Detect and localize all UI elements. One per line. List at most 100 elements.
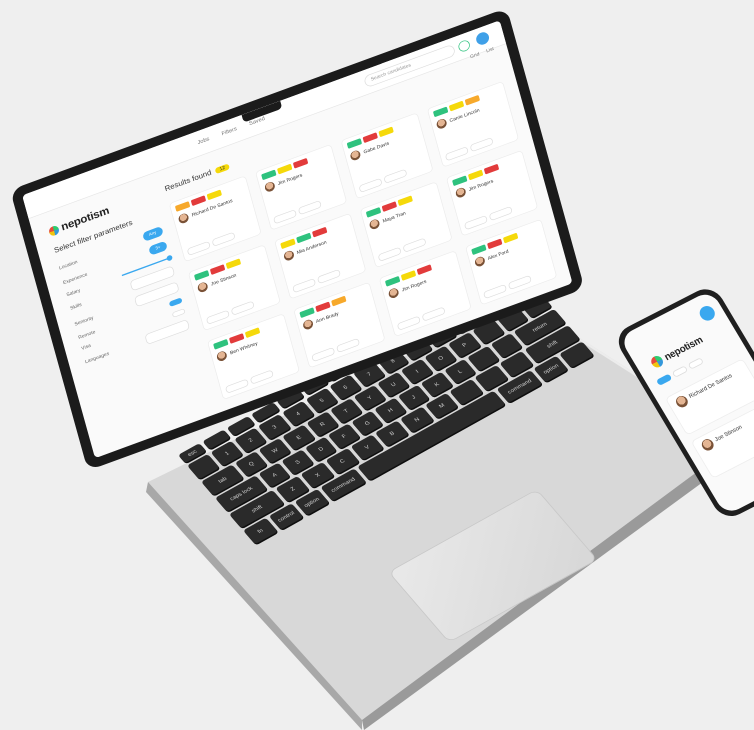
view-profile-button[interactable]	[482, 284, 507, 300]
status-badge	[193, 270, 210, 281]
status-badge	[362, 132, 378, 144]
contact-button[interactable]	[383, 168, 408, 184]
filter-label: Skills	[69, 302, 83, 311]
status-badge	[276, 163, 293, 175]
filter-label: Location	[58, 259, 78, 271]
status-badge	[228, 333, 245, 344]
status-badge	[206, 189, 223, 201]
contact-button[interactable]	[297, 200, 322, 216]
candidate-name: Gabe Davis	[363, 140, 390, 155]
filter-label: Experience	[62, 271, 88, 286]
candidate-avatar	[454, 186, 467, 200]
candidate-avatar	[196, 281, 209, 294]
view-profile-button[interactable]	[224, 378, 250, 394]
results-count-badge: 12	[214, 163, 230, 174]
status-badge	[244, 327, 261, 339]
card-actions	[310, 338, 360, 363]
candidate-avatar	[263, 180, 276, 194]
card-actions	[358, 168, 408, 193]
candidate-card[interactable]: Alex Ford	[464, 218, 558, 306]
status-badge	[400, 270, 417, 281]
card-actions	[205, 300, 255, 325]
contact-button[interactable]	[488, 206, 513, 222]
candidate-avatar	[473, 255, 486, 268]
view-profile-button[interactable]	[291, 278, 316, 294]
contact-button[interactable]	[249, 369, 274, 385]
breadcrumb-item[interactable]: Jobs	[197, 136, 210, 146]
status-badge	[279, 238, 296, 250]
phone-pill[interactable]	[671, 365, 689, 378]
card-actions	[186, 231, 236, 256]
phone-pill[interactable]	[687, 357, 704, 370]
candidate-name: Alex Ford	[487, 248, 510, 261]
status-badge	[225, 258, 242, 270]
filter-label: Languages	[84, 351, 110, 365]
status-badge	[299, 307, 315, 319]
view-profile-button[interactable]	[186, 240, 211, 256]
view-profile-button[interactable]	[396, 315, 421, 331]
breadcrumb: Jobs Filters Saved	[197, 115, 266, 145]
product-mockup: esc 1 2 3 4 5 6 7 8 9 0	[0, 0, 754, 730]
filter-label: Visa	[80, 343, 92, 351]
view-profile-button[interactable]	[463, 215, 488, 231]
remote-toggle[interactable]	[168, 297, 183, 307]
view-profile-button[interactable]	[358, 177, 383, 193]
avatar[interactable]	[474, 30, 491, 47]
card-actions	[396, 306, 446, 331]
status-badge	[451, 175, 468, 187]
status-badge	[213, 338, 229, 350]
contact-button[interactable]	[230, 300, 255, 316]
contact-button[interactable]	[469, 137, 494, 153]
candidate-card[interactable]: Mia Anderson	[273, 212, 367, 300]
view-profile-button[interactable]	[272, 209, 297, 225]
contact-button[interactable]	[316, 269, 341, 285]
status-badge	[464, 94, 480, 106]
candidate-card[interactable]: Richard De Santos	[168, 175, 262, 263]
contact-button[interactable]	[335, 338, 360, 354]
card-actions	[482, 275, 532, 300]
candidate-card[interactable]: Carrie Lincoln	[426, 81, 520, 168]
status-badge	[483, 163, 499, 175]
visa-toggle[interactable]	[171, 308, 186, 318]
candidate-card[interactable]: Jim Rogers	[254, 144, 348, 231]
candidate-card[interactable]: Gabe Davis	[340, 112, 434, 200]
contact-button[interactable]	[507, 275, 532, 291]
candidate-card[interactable]: Joe Stinson	[187, 244, 281, 332]
contact-button[interactable]	[421, 306, 446, 322]
candidate-avatar	[673, 394, 690, 410]
filter-label: Remote	[77, 329, 96, 341]
logo-icon	[649, 354, 666, 370]
view-profile-button[interactable]	[444, 146, 469, 162]
candidate-name: Ben Whitney	[229, 340, 259, 356]
status-badge	[381, 201, 398, 212]
candidate-card[interactable]: Maya Tran	[359, 181, 453, 269]
candidate-name: Joe Stinson	[210, 272, 237, 287]
status-badge	[174, 201, 191, 212]
status-badge	[260, 169, 277, 181]
candidate-card[interactable]: Ann Brady	[292, 281, 386, 369]
candidate-card[interactable]: Jim Rogers	[445, 149, 539, 237]
candidate-avatar	[301, 318, 314, 331]
candidate-name: Joe Stinson	[713, 424, 744, 443]
tab-list[interactable]: List	[486, 47, 495, 54]
filter-pill[interactable]: Any	[141, 225, 164, 242]
breadcrumb-item[interactable]: Filters	[221, 125, 238, 136]
candidate-name: Ann Brady	[315, 311, 340, 324]
phone-pill[interactable]	[655, 373, 673, 386]
status-badge	[314, 301, 331, 313]
contact-button[interactable]	[211, 231, 236, 247]
candidate-card[interactable]: Jim Rogers	[378, 250, 472, 337]
contact-button[interactable]	[402, 237, 427, 253]
status-badge	[397, 195, 413, 207]
phone-menu-button[interactable]	[696, 303, 718, 324]
view-profile-button[interactable]	[205, 309, 230, 325]
status-badge	[295, 232, 312, 244]
candidate-card[interactable]: Ben Whitney	[207, 313, 300, 400]
status-badge	[384, 275, 401, 287]
view-profile-button[interactable]	[310, 347, 335, 363]
view-profile-button[interactable]	[377, 246, 402, 262]
filter-pill[interactable]: 3+	[148, 240, 168, 256]
notification-icon[interactable]	[457, 38, 472, 54]
status-badge	[330, 295, 347, 307]
candidate-avatar	[349, 149, 362, 162]
